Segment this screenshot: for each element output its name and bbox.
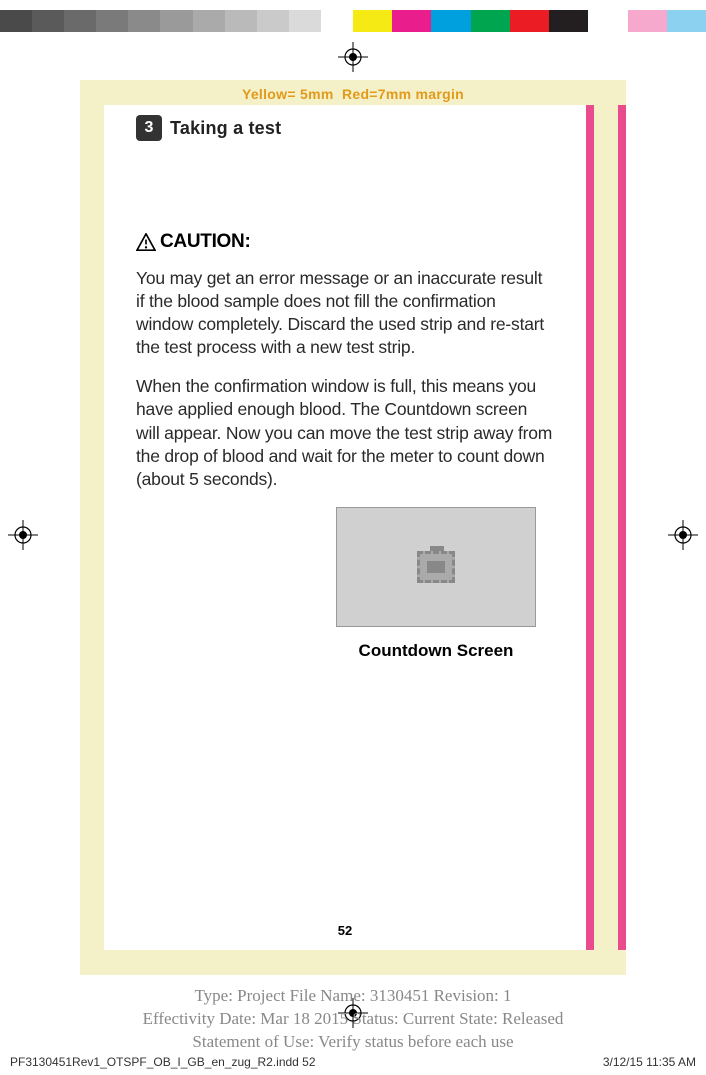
caution-label: CAUTION:: [160, 231, 250, 253]
footer-filename: PF3130451Rev1_OTSPF_OB_I_GB_en_zug_R2.in…: [10, 1055, 316, 1069]
registration-mark-icon: [338, 42, 368, 72]
gray-swatches: [0, 10, 353, 32]
countdown-screen-figure: Countdown Screen: [336, 507, 536, 661]
caution-heading: CAUTION:: [136, 231, 554, 253]
footer-datetime: 3/12/15 11:35 AM: [603, 1055, 696, 1069]
meta-line: Statement of Use: Verify status before e…: [0, 1031, 706, 1054]
section-header: 3 Taking a test: [136, 115, 554, 141]
color-swatches: [353, 10, 706, 32]
registration-mark-icon: [668, 520, 698, 550]
section-number-badge: 3: [136, 115, 162, 141]
margin-guide-bar: [586, 105, 594, 950]
device-screen-illustration: [336, 507, 536, 627]
hourglass-icon: [417, 551, 455, 583]
meta-line: Type: Project File Name: 3130451 Revisio…: [0, 985, 706, 1008]
body-paragraph: When the confirmation window is full, th…: [136, 375, 554, 490]
page-number: 52: [104, 923, 586, 938]
document-metadata-overlay: Type: Project File Name: 3130451 Revisio…: [0, 985, 706, 1054]
registration-mark-icon: [8, 520, 38, 550]
slug-footer: PF3130451Rev1_OTSPF_OB_I_GB_en_zug_R2.in…: [10, 1055, 696, 1069]
content-area: 3 Taking a test CAUTION: You may get an …: [104, 105, 586, 950]
margin-note: Yellow= 5mm Red=7mm margin: [80, 80, 626, 102]
page-canvas: Yellow= 5mm Red=7mm margin 3 Taking a te…: [80, 80, 626, 975]
print-color-bar: [0, 10, 706, 32]
margin-guide-bar: [618, 105, 626, 950]
figure-caption: Countdown Screen: [359, 641, 514, 661]
section-title: Taking a test: [170, 118, 281, 139]
warning-triangle-icon: [136, 233, 156, 251]
meta-line: Effectivity Date: Mar 18 2015 Status: Cu…: [0, 1008, 706, 1031]
body-paragraph: You may get an error message or an inacc…: [136, 267, 554, 359]
